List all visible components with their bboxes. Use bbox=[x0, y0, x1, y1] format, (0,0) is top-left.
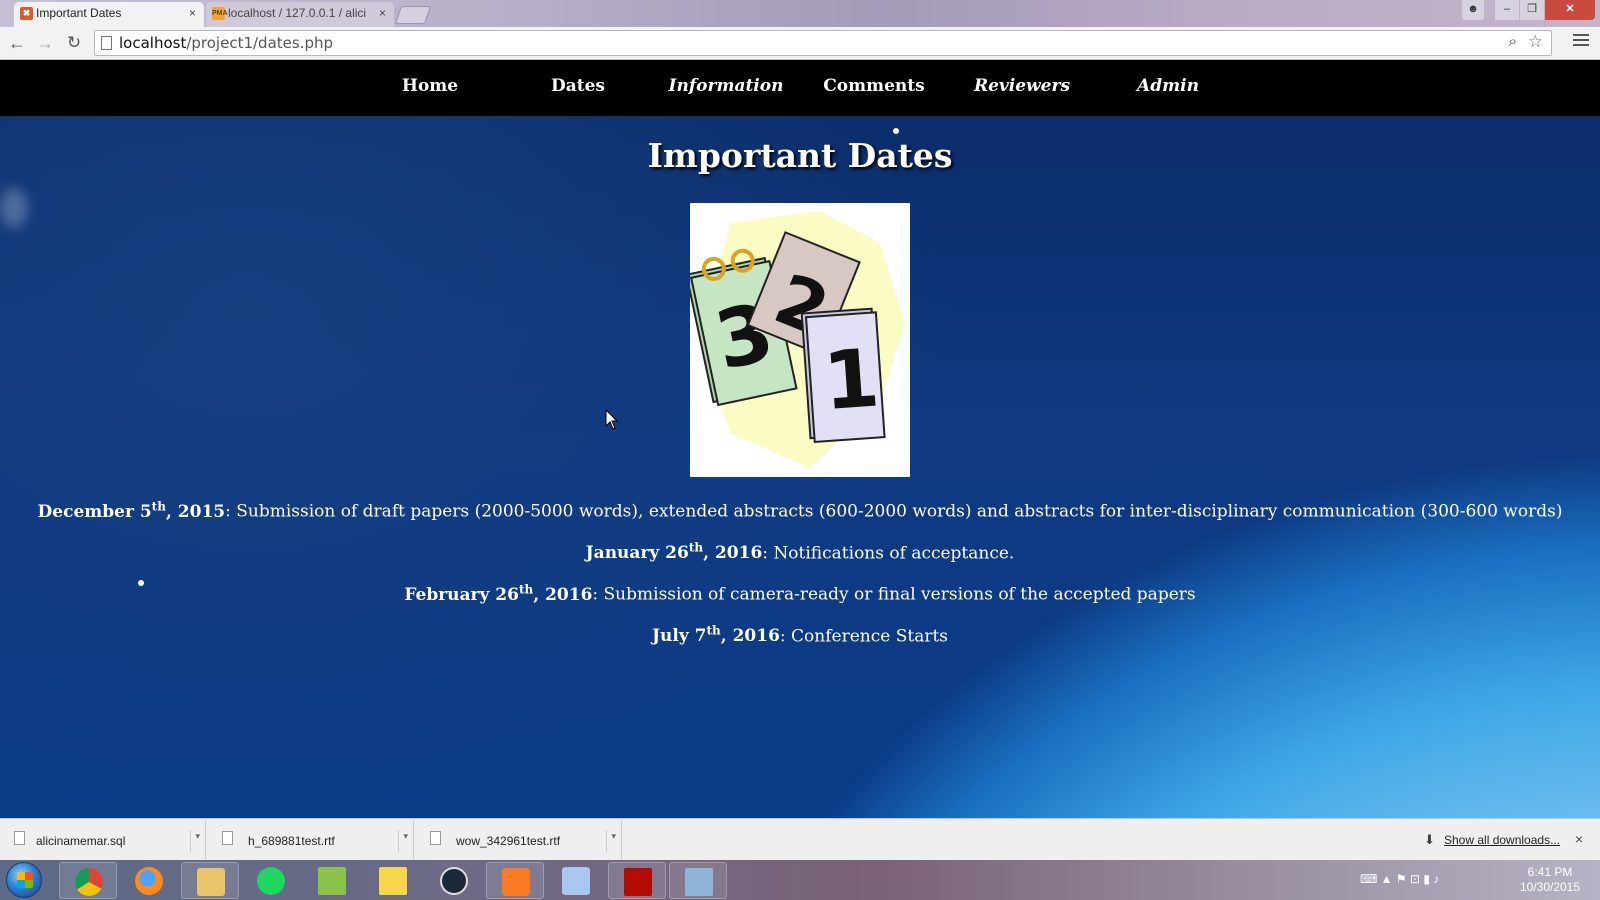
phpmyadmin-icon: PMA bbox=[212, 7, 228, 20]
date-item: January 26th, 2016: Notifications of acc… bbox=[585, 540, 1015, 564]
date-item: July 7th, 2016: Conference Starts bbox=[651, 623, 949, 647]
download-item[interactable]: alicinamemar.sql ▾ bbox=[2, 820, 206, 860]
close-downloads-icon[interactable]: × bbox=[1575, 831, 1583, 847]
tab-important-dates[interactable]: ✖ Important Dates × bbox=[14, 2, 204, 27]
chevron-down-icon[interactable]: ▾ bbox=[398, 830, 408, 852]
important-dates-list: December 5th, 2015: Submission of draft … bbox=[0, 492, 1600, 658]
file-icon bbox=[14, 831, 25, 845]
tab-phpmyadmin[interactable]: PMA localhost / 127.0.0.1 / alici × bbox=[206, 2, 394, 27]
rtf-file-icon bbox=[222, 831, 233, 845]
rtf-file-icon bbox=[430, 831, 441, 845]
calendar-icon: 3 2 1 bbox=[685, 211, 905, 468]
firefox-icon[interactable] bbox=[120, 862, 178, 899]
spotify-icon[interactable] bbox=[242, 862, 300, 899]
page-icon bbox=[101, 36, 112, 50]
virtualbox-icon[interactable] bbox=[547, 862, 605, 899]
tab-title: localhost / 127.0.0.1 / alici bbox=[228, 6, 367, 20]
file-explorer-icon[interactable] bbox=[181, 862, 239, 899]
chrome-menu-icon[interactable] bbox=[1573, 34, 1589, 49]
star-decoration bbox=[0, 188, 28, 228]
download-item[interactable]: wow_342961test.rtf ▾ bbox=[418, 820, 622, 860]
bookmark-star-icon[interactable]: ☆ bbox=[1528, 32, 1543, 52]
date-item: December 5th, 2015: Submission of draft … bbox=[37, 499, 1563, 522]
zoom-icon[interactable]: ⌕ bbox=[1509, 33, 1517, 50]
site-navigation: Home Dates Information Comments Reviewer… bbox=[0, 60, 1600, 116]
tab-title: Important Dates bbox=[36, 6, 122, 20]
page-viewport: Home Dates Information Comments Reviewer… bbox=[0, 60, 1600, 818]
chevron-down-icon[interactable]: ▾ bbox=[606, 830, 616, 852]
windows-live-icon[interactable] bbox=[364, 862, 422, 899]
nav-link-home[interactable]: Home bbox=[356, 76, 504, 96]
start-button[interactable] bbox=[6, 862, 42, 898]
reload-icon[interactable]: ↻ bbox=[63, 32, 85, 54]
mouse-cursor-icon bbox=[605, 409, 619, 430]
download-item[interactable]: h_689881test.rtf ▾ bbox=[210, 820, 414, 860]
acrobat-icon[interactable] bbox=[608, 862, 666, 899]
nav-link-comments[interactable]: Comments bbox=[800, 76, 948, 96]
control-panel-icon[interactable] bbox=[669, 862, 727, 899]
show-all-downloads-link[interactable]: Show all downloads... bbox=[1444, 833, 1560, 847]
steam-icon[interactable] bbox=[425, 862, 483, 899]
xampp-icon: ✖ bbox=[20, 7, 33, 20]
page-title: Important Dates bbox=[647, 136, 953, 175]
xampp-icon[interactable] bbox=[486, 862, 544, 899]
back-arrow-icon[interactable]: ← bbox=[6, 32, 28, 54]
tab-close-icon[interactable]: × bbox=[379, 2, 386, 24]
nav-link-dates[interactable]: Dates bbox=[504, 76, 652, 96]
system-clock[interactable]: 6:41 PM 10/30/2015 bbox=[1510, 865, 1590, 895]
calendar-countdown-image: 3 2 1 bbox=[685, 203, 910, 477]
minimize-button[interactable]: – bbox=[1495, 0, 1519, 20]
url-text: localhost/project1/dates.php bbox=[119, 34, 334, 52]
address-bar[interactable]: localhost/project1/dates.php ⌕ ☆ bbox=[94, 30, 1552, 56]
notepad-icon[interactable] bbox=[303, 862, 361, 899]
maximize-button[interactable]: ❐ bbox=[1520, 0, 1544, 20]
windows-taskbar: ⌨ ▲ ⚑ ⊡ ▮ ♪ 6:41 PM 10/30/2015 bbox=[0, 860, 1600, 900]
star-decoration bbox=[893, 128, 899, 134]
nav-link-information[interactable]: Information bbox=[652, 76, 800, 96]
nav-link-reviewers[interactable]: Reviewers bbox=[948, 76, 1096, 96]
download-filename: alicinamemar.sql bbox=[36, 834, 126, 848]
browser-toolbar: ← → ↻ localhost/project1/dates.php ⌕ ☆ bbox=[0, 27, 1600, 60]
system-tray[interactable]: ⌨ ▲ ⚑ ⊡ ▮ ♪ bbox=[1360, 872, 1439, 886]
chevron-down-icon[interactable]: ▾ bbox=[190, 830, 200, 852]
chrome-icon[interactable] bbox=[59, 862, 117, 899]
browser-tab-strip: ✖ Important Dates × PMA localhost / 127.… bbox=[0, 0, 1600, 27]
nav-link-admin[interactable]: Admin bbox=[1094, 76, 1242, 96]
download-arrow-icon: ⬇ bbox=[1424, 832, 1435, 847]
close-window-button[interactable]: ✕ bbox=[1545, 0, 1595, 20]
svg-text:1: 1 bbox=[820, 331, 882, 428]
clock-time: 6:41 PM bbox=[1527, 865, 1573, 879]
clock-date: 10/30/2015 bbox=[1519, 880, 1581, 894]
new-tab-button[interactable] bbox=[394, 6, 432, 24]
tab-close-icon[interactable]: × bbox=[189, 2, 196, 24]
date-item: February 26th, 2016: Submission of camer… bbox=[404, 582, 1196, 605]
download-filename: wow_342961test.rtf bbox=[456, 834, 561, 848]
user-profile-icon[interactable]: ☻ bbox=[1462, 0, 1484, 20]
downloads-shelf: alicinamemar.sql ▾ h_689881test.rtf ▾ wo… bbox=[0, 818, 1600, 860]
download-filename: h_689881test.rtf bbox=[248, 834, 335, 848]
forward-arrow-icon[interactable]: → bbox=[34, 32, 56, 54]
